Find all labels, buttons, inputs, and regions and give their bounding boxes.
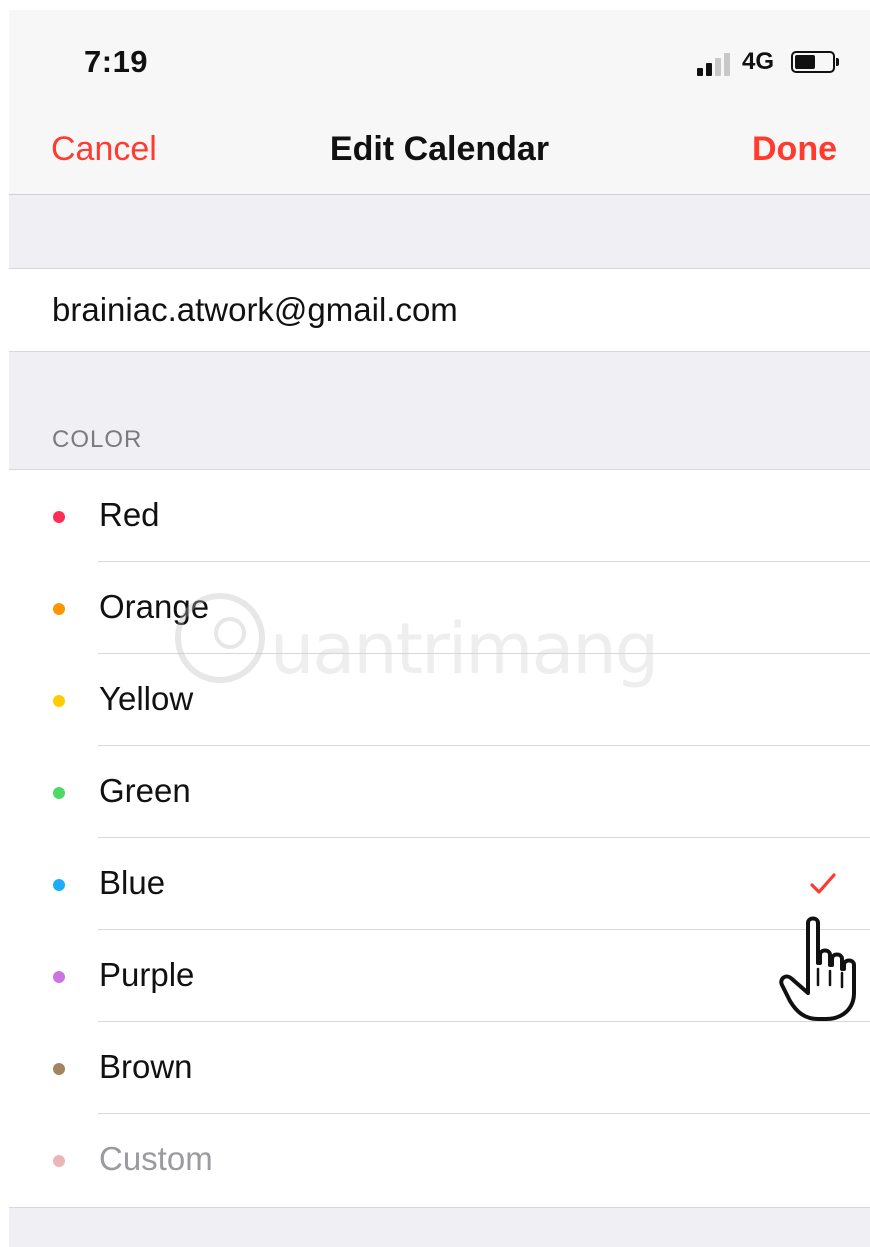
color-list: Red Orange Yellow Green Blue Purple Brow… bbox=[9, 469, 870, 1208]
account-cell: brainiac.atwork@gmail.com bbox=[9, 268, 870, 352]
color-dot-icon bbox=[53, 1155, 65, 1167]
screen: 7:19 4G Cancel Edit Calendar Done braini… bbox=[9, 10, 870, 1247]
color-dot-icon bbox=[53, 695, 65, 707]
color-label: Blue bbox=[99, 864, 166, 901]
signal-icon bbox=[697, 52, 737, 76]
color-dot-icon bbox=[53, 603, 65, 615]
color-label: Brown bbox=[99, 1048, 193, 1085]
status-time: 7:19 bbox=[84, 44, 149, 79]
color-label: Orange bbox=[99, 588, 210, 625]
color-option-orange[interactable]: Orange bbox=[9, 562, 870, 654]
color-label: Yellow bbox=[99, 680, 194, 717]
network-type: 4G bbox=[742, 48, 775, 75]
color-option-brown[interactable]: Brown bbox=[9, 1022, 870, 1114]
color-dot-icon bbox=[53, 879, 65, 891]
color-label: Custom bbox=[99, 1140, 213, 1177]
color-section-header: COLOR bbox=[52, 426, 143, 453]
color-option-red[interactable]: Red bbox=[9, 470, 870, 562]
color-dot-icon bbox=[53, 971, 65, 983]
color-label: Purple bbox=[99, 956, 195, 993]
account-email: brainiac.atwork@gmail.com bbox=[52, 291, 458, 328]
color-option-green[interactable]: Green bbox=[9, 746, 870, 838]
color-option-blue[interactable]: Blue bbox=[9, 838, 870, 930]
color-label: Green bbox=[99, 772, 191, 809]
color-option-custom[interactable]: Custom bbox=[9, 1114, 870, 1206]
color-dot-icon bbox=[53, 787, 65, 799]
color-label: Red bbox=[99, 496, 160, 533]
color-option-yellow[interactable]: Yellow bbox=[9, 654, 870, 746]
done-button[interactable]: Done bbox=[752, 130, 837, 169]
color-option-purple[interactable]: Purple bbox=[9, 930, 870, 1022]
battery-icon bbox=[791, 51, 839, 73]
navigation-bar: Cancel Edit Calendar Done bbox=[9, 110, 870, 195]
color-dot-icon bbox=[53, 511, 65, 523]
status-bar: 7:19 4G bbox=[9, 10, 870, 110]
page-title: Edit Calendar bbox=[329, 130, 550, 168]
checkmark-icon bbox=[810, 873, 836, 894]
color-dot-icon bbox=[53, 1063, 65, 1075]
